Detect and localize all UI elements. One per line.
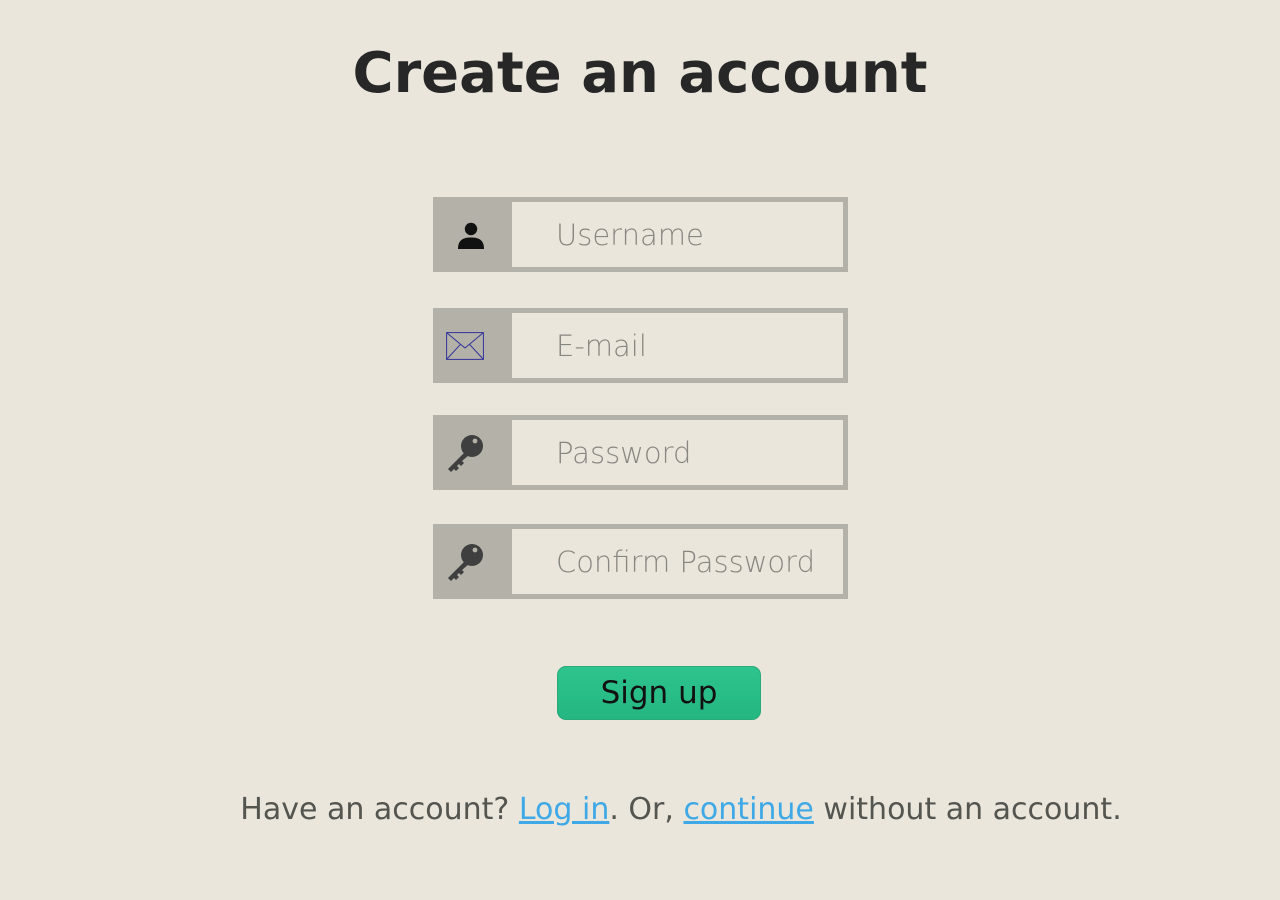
- email-input[interactable]: [512, 313, 843, 378]
- footer-text: Have an account? Log in. Or, continue wi…: [0, 786, 1280, 834]
- footer-suffix: without an account.: [813, 792, 1122, 827]
- password-input[interactable]: [512, 420, 843, 485]
- footer-middle: . Or,: [609, 792, 684, 827]
- continue-link[interactable]: continue: [683, 792, 813, 827]
- key-icon: [433, 415, 508, 490]
- footer: Have an account? Log in. Or, continue wi…: [0, 786, 1280, 836]
- username-input[interactable]: [512, 202, 843, 267]
- confirm-password-field: [433, 524, 848, 599]
- envelope-icon: [433, 308, 508, 383]
- page-title: Create an account: [352, 41, 928, 106]
- login-link[interactable]: Log in: [519, 792, 609, 827]
- password-field: [433, 415, 848, 490]
- username-field: [433, 197, 848, 272]
- confirm-password-input[interactable]: [512, 529, 843, 594]
- footer-prefix: Have an account?: [240, 792, 519, 827]
- user-icon: [433, 197, 508, 272]
- key-icon: [433, 524, 508, 599]
- signup-button[interactable]: Sign up: [557, 666, 761, 720]
- email-field: [433, 308, 848, 383]
